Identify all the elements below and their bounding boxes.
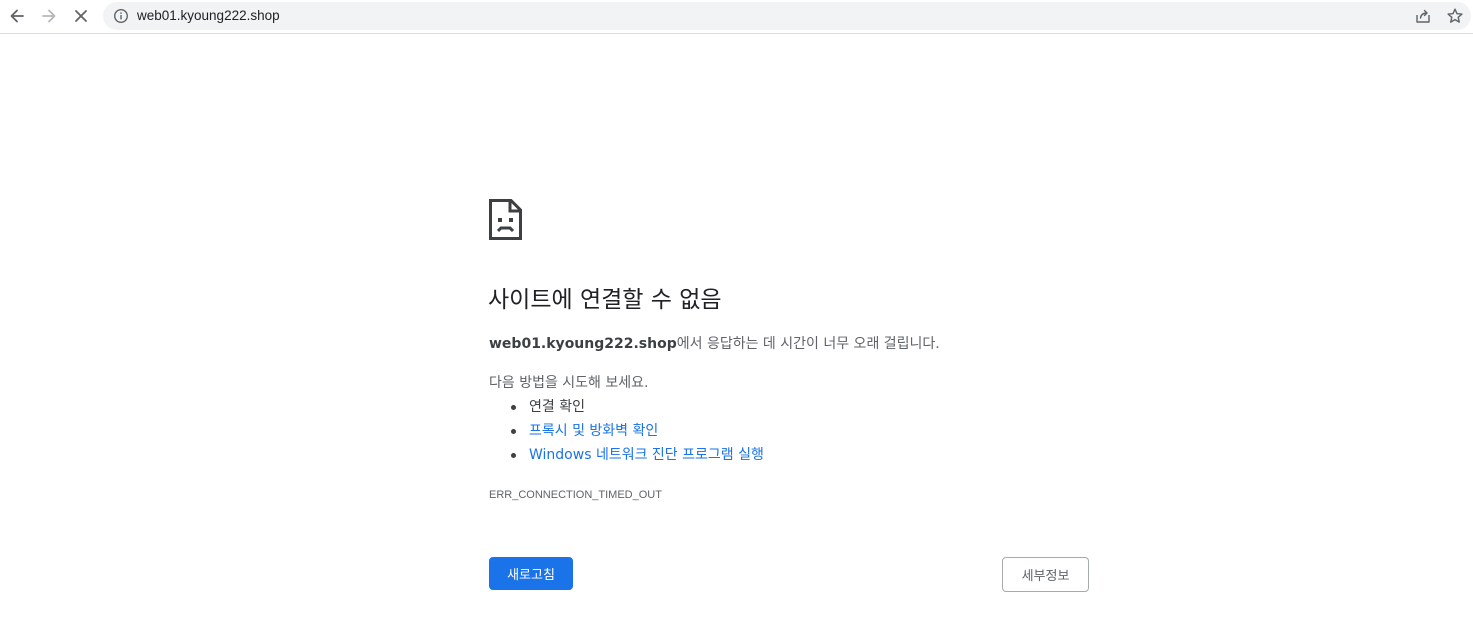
error-host: web01.kyoung222.shop xyxy=(489,336,677,352)
suggestions-list: 연결 확인 프록시 및 방화벽 확인 Windows 네트워크 진단 프로그램 … xyxy=(489,397,764,469)
close-icon xyxy=(75,10,87,22)
error-code: ERR_CONNECTION_TIMED_OUT xyxy=(489,489,662,501)
reload-button[interactable]: 새로고침 xyxy=(489,557,573,590)
back-button[interactable] xyxy=(3,2,31,30)
suggestion-check-proxy-firewall[interactable]: 프록시 및 방화벽 확인 xyxy=(489,421,764,445)
arrow-left-icon xyxy=(10,9,24,23)
details-button[interactable]: 세부정보 xyxy=(1002,557,1089,592)
info-icon[interactable] xyxy=(113,8,129,24)
arrow-right-icon xyxy=(42,9,56,23)
error-summary: web01.kyoung222.shop에서 응답하는 데 시간이 너무 오래 … xyxy=(489,335,940,353)
star-icon[interactable] xyxy=(1446,7,1464,25)
stop-loading-button[interactable] xyxy=(67,2,95,30)
suggestions-intro: 다음 방법을 시도해 보세요. xyxy=(489,375,649,391)
error-heading: 사이트에 연결할 수 없음 xyxy=(488,287,722,313)
suggestion-run-network-diagnostics[interactable]: Windows 네트워크 진단 프로그램 실행 xyxy=(489,445,764,469)
browser-toolbar: web01.kyoung222.shop xyxy=(0,0,1473,34)
sad-page-icon xyxy=(489,199,522,240)
suggestion-check-connection: 연결 확인 xyxy=(489,397,764,421)
url-text[interactable]: web01.kyoung222.shop xyxy=(137,8,280,24)
forward-button[interactable] xyxy=(35,2,63,30)
address-bar[interactable]: web01.kyoung222.shop xyxy=(103,2,1471,30)
share-icon[interactable] xyxy=(1414,7,1432,25)
error-summary-text: 에서 응답하는 데 시간이 너무 오래 걸립니다. xyxy=(676,336,940,352)
